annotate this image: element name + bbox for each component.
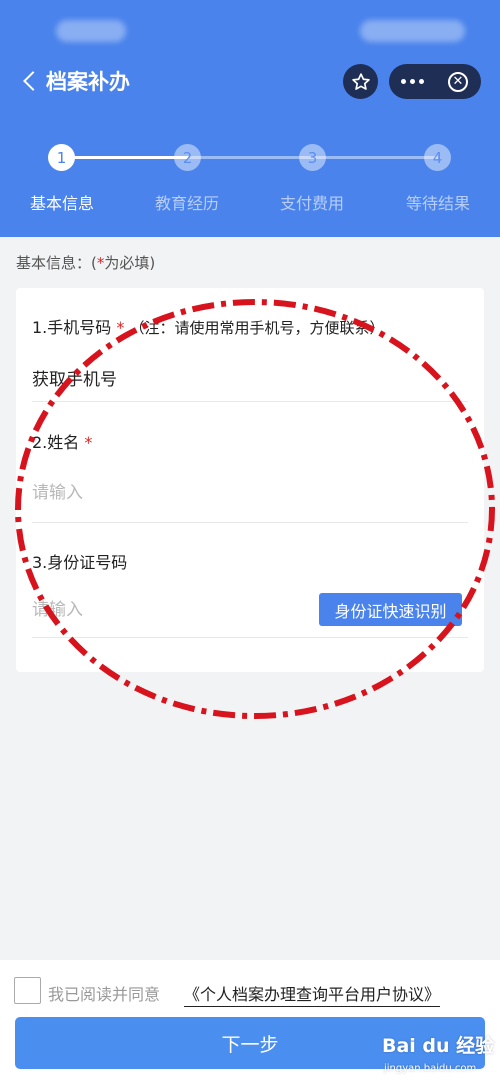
step-1-label: 基本信息	[29, 194, 94, 213]
back-button[interactable]: 档案补办	[22, 66, 130, 96]
star-icon	[351, 72, 370, 90]
close-circle-icon: ✕	[448, 71, 468, 92]
status-bar	[0, 0, 500, 58]
chevron-left-icon	[23, 71, 43, 91]
step-3-number: 3	[299, 144, 326, 171]
header: 档案补办 ✕ 1 2 3 4 基本信息 教育经历 支付费用 等待结果	[0, 0, 500, 237]
status-time-blurred	[56, 20, 126, 42]
name-input[interactable]	[32, 476, 462, 510]
step-connector	[188, 156, 313, 159]
agree-checkbox[interactable]	[14, 977, 41, 1004]
progress-steps: 1 2 3 4 基本信息 教育经历 支付费用 等待结果	[0, 140, 500, 220]
agreement-link[interactable]: 《个人档案办理查询平台用户协议》	[184, 981, 441, 1007]
mini-program-capsule: ✕	[389, 64, 481, 99]
agree-text: 我已阅读并同意	[48, 985, 161, 1004]
id-card-input[interactable]	[32, 593, 312, 627]
id-card-scan-button[interactable]: 身份证快速识别	[319, 593, 462, 626]
get-phone-button[interactable]: 获取手机号	[32, 365, 117, 390]
phone-label: 1.手机号码 * （注：请使用常用手机号，方便联系）	[32, 318, 385, 337]
step-4-number: 4	[424, 144, 451, 171]
id-card-label: 3.身份证号码	[32, 553, 128, 572]
status-icons-blurred	[360, 20, 465, 42]
divider	[32, 522, 468, 523]
name-label: 2.姓名 *	[32, 433, 93, 452]
next-step-button[interactable]: 下一步	[15, 1017, 485, 1069]
step-2-label: 教育经历	[154, 194, 219, 213]
divider	[32, 401, 468, 402]
form-card: 1.手机号码 * （注：请使用常用手机号，方便联系） 获取手机号 2.姓名 * …	[16, 288, 484, 672]
favorite-button[interactable]	[343, 64, 378, 99]
step-connector	[313, 156, 438, 159]
step-4-label: 等待结果	[405, 194, 470, 213]
nav-bar: 档案补办 ✕	[0, 58, 500, 104]
step-connector	[62, 156, 188, 159]
section-title: 基本信息：(*为必填)	[16, 254, 156, 272]
more-button[interactable]	[389, 64, 435, 99]
page-title: 档案补办	[46, 70, 130, 94]
bottom-bar: 我已阅读并同意 《个人档案办理查询平台用户协议》 下一步	[0, 960, 500, 1083]
step-1-number: 1	[48, 144, 75, 171]
step-2-number: 2	[174, 144, 201, 171]
more-dots-icon	[400, 79, 424, 84]
close-button[interactable]: ✕	[435, 64, 481, 99]
step-3-label: 支付费用	[279, 194, 344, 213]
divider	[32, 637, 468, 638]
